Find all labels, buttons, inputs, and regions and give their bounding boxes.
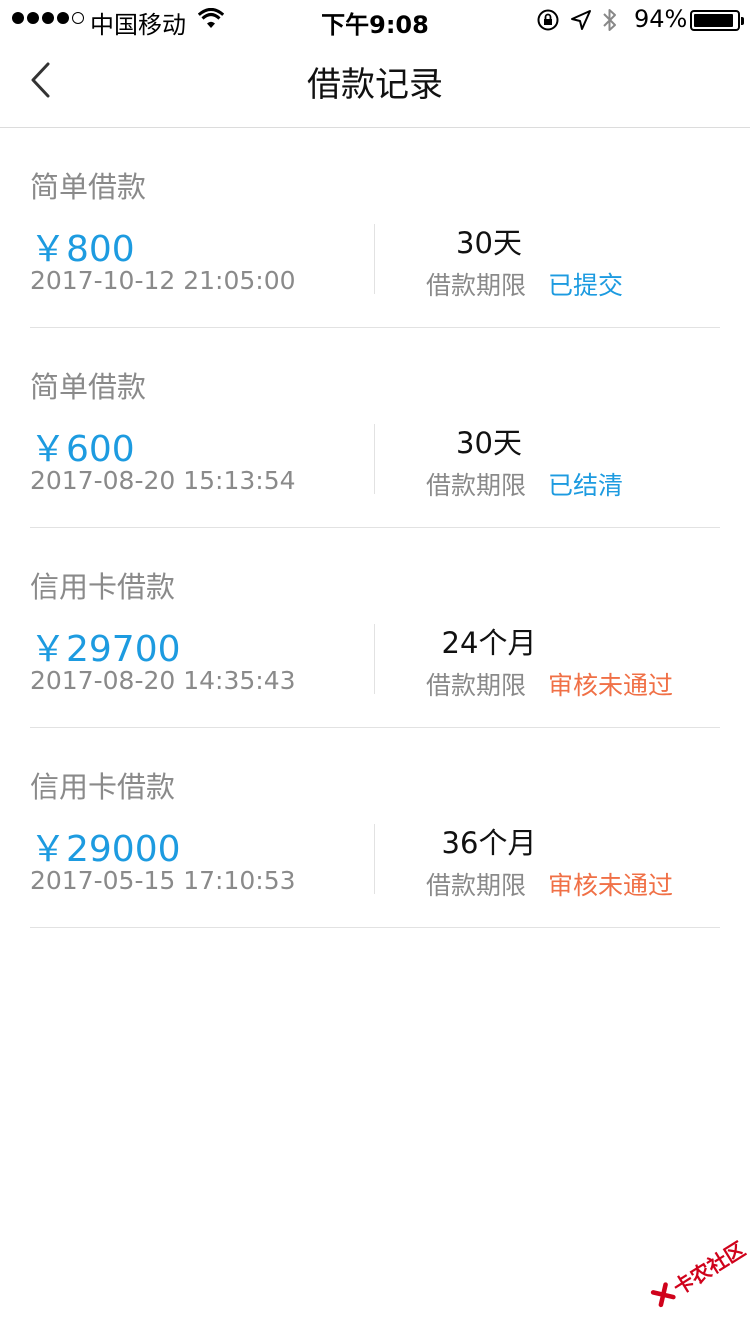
loan-term: 24个月 [441, 626, 537, 660]
loan-type: 简单借款 [30, 170, 147, 204]
loan-amount: ￥800 [30, 229, 135, 270]
loan-term-label: 借款期限 [426, 471, 527, 500]
loan-term: 36个月 [441, 826, 537, 860]
battery-icon [690, 10, 744, 31]
watermark: 卡农社区 [635, 1216, 750, 1330]
vertical-divider [374, 624, 375, 694]
loan-type: 信用卡借款 [30, 770, 176, 804]
loan-status: 审核未通过 [548, 671, 674, 700]
bluetooth-icon [602, 7, 618, 37]
loan-amount: ￥29700 [30, 629, 181, 670]
battery-percent: 94% [634, 5, 688, 33]
watermark-text: 卡农社区 [668, 1236, 750, 1300]
loan-record-item[interactable]: 简单借款 ￥800 2017-10-12 21:05:00 30天 借款期限 已… [30, 128, 720, 328]
nav-bar: 借款记录 [0, 40, 750, 128]
loan-date: 2017-05-15 17:10:53 [30, 866, 296, 895]
page-title: 借款记录 [307, 65, 443, 105]
loan-term: 30天 [456, 226, 522, 260]
loan-date: 2017-08-20 14:35:43 [30, 666, 296, 695]
status-bar: 中国移动 下午9:08 94% [0, 0, 750, 40]
loan-status: 已结清 [548, 471, 624, 500]
loan-amount: ￥29000 [30, 829, 181, 870]
loan-record-item[interactable]: 信用卡借款 ￥29000 2017-05-15 17:10:53 36个月 借款… [30, 728, 720, 928]
rotation-lock-icon [536, 8, 560, 36]
loan-status: 审核未通过 [548, 871, 674, 900]
loan-date: 2017-08-20 15:13:54 [30, 466, 296, 495]
vertical-divider [374, 424, 375, 494]
loan-term-label: 借款期限 [426, 871, 527, 900]
loan-status: 已提交 [548, 271, 624, 300]
loan-record-item[interactable]: 简单借款 ￥600 2017-08-20 15:13:54 30天 借款期限 已… [30, 328, 720, 528]
vertical-divider [374, 824, 375, 894]
loan-type: 简单借款 [30, 370, 147, 404]
vertical-divider [374, 224, 375, 294]
loan-record-item[interactable]: 信用卡借款 ￥29700 2017-08-20 14:35:43 24个月 借款… [30, 528, 720, 728]
loan-date: 2017-10-12 21:05:00 [30, 266, 296, 295]
loan-term: 30天 [456, 426, 522, 460]
loan-term-label: 借款期限 [426, 671, 527, 700]
loan-term-label: 借款期限 [426, 271, 527, 300]
loan-type: 信用卡借款 [30, 570, 176, 604]
location-arrow-icon [570, 9, 592, 35]
loan-amount: ￥600 [30, 429, 135, 470]
loan-record-list: 简单借款 ￥800 2017-10-12 21:05:00 30天 借款期限 已… [30, 128, 720, 928]
